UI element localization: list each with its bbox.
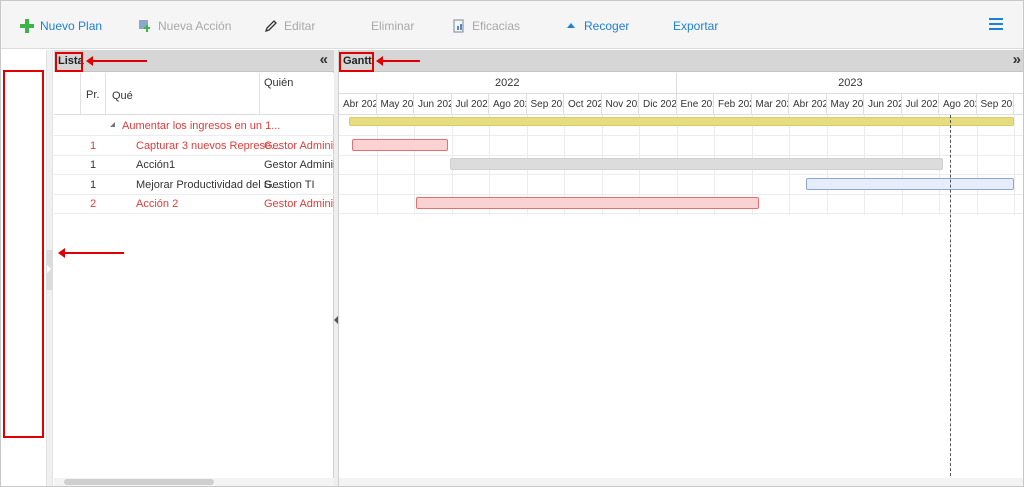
collapse-list-icon[interactable]: «: [320, 51, 328, 68]
what-cell: Aumentar los ingresos en un 1...: [122, 120, 281, 132]
priority-cell: 2: [90, 198, 97, 210]
gantt-header: Gantt »: [339, 50, 1023, 72]
new-plan-button[interactable]: Nuevo Plan: [19, 17, 102, 35]
new-action-icon: [137, 18, 153, 34]
new-action-label: Nueva Acción: [158, 19, 232, 33]
month-label: May 2022: [377, 94, 414, 114]
table-row[interactable]: 1 Acción1 Gestor Administr: [54, 155, 334, 175]
month-label: Ene 2023: [677, 94, 714, 114]
annotation-box-gantt: [339, 52, 374, 72]
row-gridline: [339, 154, 1023, 156]
month-gridline: [1014, 115, 1015, 215]
month-label: May 2023: [827, 94, 864, 114]
efficacies-label: Eficacias: [472, 19, 521, 33]
pencil-icon: [263, 18, 279, 34]
expand-side-panel-handle[interactable]: [46, 250, 53, 290]
hamburger-menu-icon[interactable]: [989, 18, 1003, 32]
delete-label: Eliminar: [371, 19, 415, 33]
what-cell: Acción 2: [136, 198, 179, 210]
task-bar[interactable]: [416, 197, 759, 209]
who-cell: Gestor Administr: [264, 198, 334, 210]
who-column-header[interactable]: Quién: [264, 77, 293, 89]
what-cell: Acción1: [136, 159, 176, 171]
export-label: Exportar: [673, 19, 719, 33]
annotation-arrow-gantt: [376, 56, 420, 66]
annotation-arrow-side: [58, 248, 124, 258]
month-label: Dic 2022: [639, 94, 677, 114]
row-gridline: [339, 135, 1023, 136]
table-row[interactable]: 1 Capturar 3 nuevos Represe... Gestor Admi…: [54, 136, 334, 156]
collapse-label: Recoger: [584, 19, 630, 33]
summary-bar[interactable]: [348, 117, 1014, 126]
month-label: Ago 2022: [489, 94, 527, 114]
gantt-year-row: 2022 2023: [339, 73, 1023, 94]
month-label: Nov 2022: [602, 94, 639, 114]
month-label: Jun 2023: [864, 94, 902, 114]
who-cell: Gestion TI: [264, 178, 315, 191]
table-row[interactable]: 2 Acción 2 Gestor Administr: [54, 194, 334, 214]
toolbar: Nuevo Plan Nueva Acción Editar Eliminar …: [1, 1, 1023, 49]
who-cell: Gestor Administr: [264, 159, 334, 171]
gantt-horizontal-scrollbar[interactable]: [339, 478, 1023, 486]
lista-panel: Lista « Pr. Qué Quién Aumentar los ingre…: [54, 50, 334, 486]
month-label: Abr 2023: [789, 94, 827, 114]
month-label: Oct 2022: [564, 94, 602, 114]
efficacies-button[interactable]: Eficacias: [451, 17, 520, 35]
month-label: Abr 2022: [339, 94, 377, 114]
plus-icon: [19, 18, 35, 34]
task-bar[interactable]: [806, 177, 1014, 190]
group-row[interactable]: Aumentar los ingresos en un 1...: [54, 116, 334, 136]
who-cell: Gestor Administr: [264, 139, 334, 152]
priority-cell: 1: [90, 178, 97, 191]
today-marker-line: [950, 115, 952, 486]
what-cell: Mejorar Productividad del S...: [136, 178, 281, 191]
new-action-button[interactable]: Nueva Acción: [137, 17, 231, 35]
what-cell: Capturar 3 nuevos Represe...: [136, 139, 281, 152]
month-gridline: [414, 115, 415, 215]
row-gridline: [339, 213, 1023, 214]
expand-gantt-icon[interactable]: »: [1013, 51, 1021, 68]
task-bar[interactable]: [449, 158, 943, 170]
lista-scroll-thumb[interactable]: [64, 479, 214, 485]
task-bar[interactable]: [352, 138, 448, 151]
export-button[interactable]: Exportar: [673, 17, 718, 35]
edit-button[interactable]: Editar: [263, 17, 315, 35]
gantt-panel: Gantt » 20222023 Abr 2022May 2022Jun 202…: [339, 50, 1023, 486]
splitter-arrow-icon: [334, 316, 338, 324]
document-chart-icon: [451, 18, 467, 34]
collapse-button[interactable]: Recoger: [563, 17, 629, 35]
gantt-month-row: Abr 2022May 2022Jun 2022Jul 2022Ago 2022…: [339, 94, 1023, 115]
annotation-box-lista: [55, 52, 83, 72]
month-label: Ago 2023: [939, 94, 977, 114]
year-label: 2023: [677, 73, 1024, 94]
caret-up-icon: [563, 18, 579, 34]
what-column-header[interactable]: Qué: [112, 90, 133, 102]
priority-cell: 1: [90, 139, 97, 152]
month-label: Sep 2023: [977, 94, 1014, 114]
month-label: Mar 2023: [752, 94, 789, 114]
table-row[interactable]: 1 Mejorar Productividad del S... Gestion T…: [54, 175, 334, 195]
priority-cell: 1: [90, 159, 97, 171]
collapse-group-icon[interactable]: [110, 122, 115, 127]
month-gridline: [976, 115, 978, 215]
month-label: Jun 2022: [414, 94, 452, 114]
edit-label: Editar: [284, 19, 316, 33]
month-label: Jul 2023: [902, 94, 939, 114]
year-label: 2022: [339, 73, 677, 94]
new-plan-label: Nuevo Plan: [40, 19, 103, 33]
month-label: Jul 2022: [452, 94, 489, 114]
month-label: Feb 2023: [714, 94, 752, 114]
annotation-arrow-lista: [86, 56, 147, 66]
annotation-box-side-panel: [3, 70, 44, 438]
expand-arrow-icon: [47, 265, 51, 273]
priority-column-header[interactable]: Pr.: [86, 89, 99, 101]
lista-horizontal-scrollbar[interactable]: [54, 478, 334, 486]
delete-button[interactable]: Eliminar: [371, 17, 414, 35]
month-gridline: [376, 115, 378, 215]
month-label: Sep 2022: [527, 94, 564, 114]
row-gridline: [339, 193, 1023, 195]
row-gridline: [339, 174, 1023, 175]
lista-column-header: Pr. Qué Quién: [54, 73, 334, 115]
